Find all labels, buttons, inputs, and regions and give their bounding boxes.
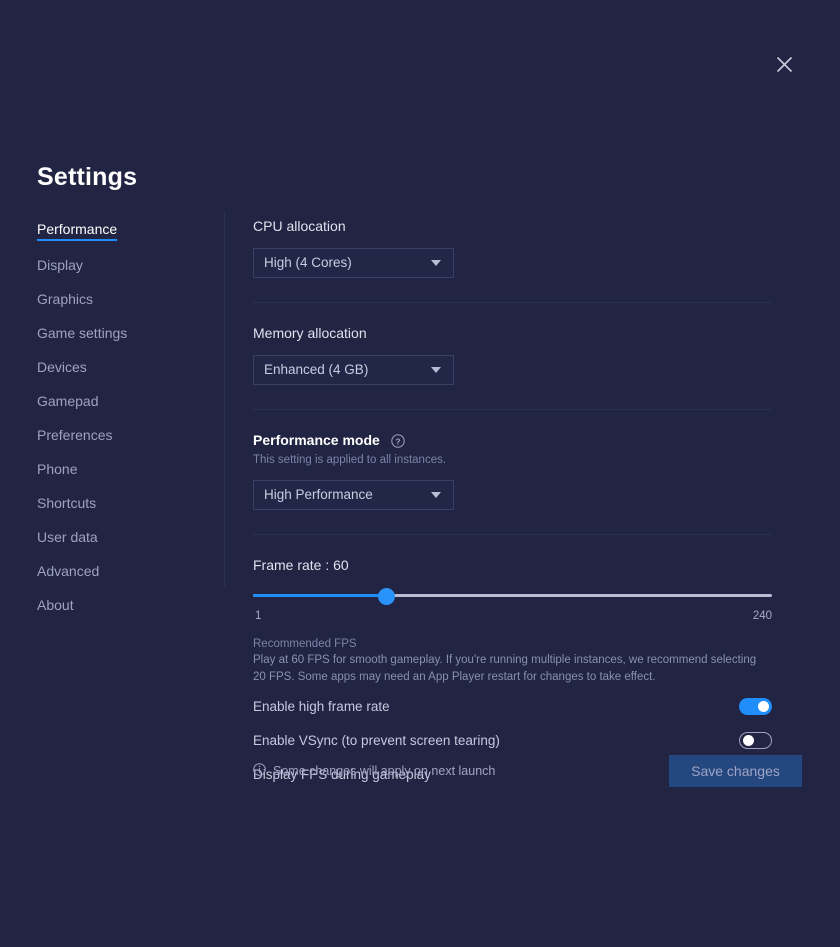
sidebar-item-graphics[interactable]: Graphics bbox=[37, 292, 93, 309]
slider-thumb[interactable] bbox=[378, 588, 395, 605]
sidebar-item-preferences[interactable]: Preferences bbox=[37, 428, 112, 445]
slider-min-label: 1 bbox=[255, 610, 261, 622]
save-changes-button[interactable]: Save changes bbox=[669, 755, 802, 787]
sidebar-item-devices[interactable]: Devices bbox=[37, 360, 87, 377]
settings-sidebar: Performance Display Graphics Game settin… bbox=[37, 222, 217, 632]
page-title: Settings bbox=[37, 163, 137, 192]
sidebar-item-game-settings[interactable]: Game settings bbox=[37, 326, 127, 343]
toggle-row-vsync[interactable]: Enable VSync (to prevent screen tearing) bbox=[253, 727, 772, 754]
footer-note: Some changes will apply on next launch bbox=[253, 763, 495, 779]
cpu-allocation-select[interactable]: High (4 Cores) bbox=[253, 248, 454, 278]
sidebar-item-user-data[interactable]: User data bbox=[37, 530, 98, 547]
performance-mode-note: This setting is applied to all instances… bbox=[253, 453, 772, 468]
sidebar-item-phone[interactable]: Phone bbox=[37, 462, 77, 479]
sidebar-item-display[interactable]: Display bbox=[37, 258, 83, 275]
performance-mode-value: High Performance bbox=[264, 488, 373, 502]
memory-allocation-select[interactable]: Enhanced (4 GB) bbox=[253, 355, 454, 385]
slider-max-label: 240 bbox=[753, 610, 772, 622]
settings-window: Settings Performance Display Graphics Ga… bbox=[0, 0, 840, 947]
frame-rate-slider[interactable] bbox=[253, 588, 772, 604]
memory-allocation-label: Memory allocation bbox=[253, 325, 772, 341]
svg-text:?: ? bbox=[395, 437, 400, 447]
toggle-label-high-frame-rate: Enable high frame rate bbox=[253, 699, 390, 714]
slider-range-labels: 1 240 bbox=[253, 610, 772, 624]
cpu-allocation-label: CPU allocation bbox=[253, 218, 772, 234]
slider-fill bbox=[253, 594, 387, 597]
sidebar-divider bbox=[224, 212, 225, 587]
sidebar-item-shortcuts[interactable]: Shortcuts bbox=[37, 496, 96, 513]
performance-mode-select[interactable]: High Performance bbox=[253, 480, 454, 510]
close-button[interactable] bbox=[772, 52, 796, 76]
toggle-label-vsync: Enable VSync (to prevent screen tearing) bbox=[253, 733, 500, 748]
settings-footer: Some changes will apply on next launch S… bbox=[253, 755, 802, 787]
chevron-down-icon bbox=[431, 367, 441, 373]
toggle-knob bbox=[758, 701, 769, 712]
performance-mode-label: Performance mode ? bbox=[253, 432, 772, 448]
recommended-fps-title: Recommended FPS bbox=[253, 636, 772, 652]
sidebar-item-gamepad[interactable]: Gamepad bbox=[37, 394, 98, 411]
toggle-knob bbox=[743, 735, 754, 746]
toggle-high-frame-rate[interactable] bbox=[739, 698, 772, 715]
toggle-vsync[interactable] bbox=[739, 732, 772, 749]
close-icon bbox=[776, 56, 793, 73]
chevron-down-icon bbox=[431, 260, 441, 266]
sidebar-item-advanced[interactable]: Advanced bbox=[37, 564, 99, 581]
recommended-fps-body: Play at 60 FPS for smooth gameplay. If y… bbox=[253, 652, 769, 686]
info-circle-icon bbox=[253, 763, 266, 779]
toggle-row-high-frame-rate[interactable]: Enable high frame rate bbox=[253, 693, 772, 720]
sidebar-item-performance[interactable]: Performance bbox=[37, 222, 117, 241]
settings-content: CPU allocation High (4 Cores) Memory all… bbox=[253, 218, 772, 788]
help-circle-icon[interactable]: ? bbox=[391, 434, 405, 448]
divider bbox=[253, 534, 772, 535]
chevron-down-icon bbox=[431, 492, 441, 498]
frame-rate-label: Frame rate : 60 bbox=[253, 557, 772, 573]
divider bbox=[253, 409, 772, 410]
performance-mode-label-text: Performance mode bbox=[253, 432, 380, 448]
cpu-allocation-value: High (4 Cores) bbox=[264, 256, 352, 270]
sidebar-item-about[interactable]: About bbox=[37, 598, 74, 615]
footer-note-text: Some changes will apply on next launch bbox=[273, 764, 495, 778]
memory-allocation-value: Enhanced (4 GB) bbox=[264, 363, 368, 377]
divider bbox=[253, 302, 772, 303]
